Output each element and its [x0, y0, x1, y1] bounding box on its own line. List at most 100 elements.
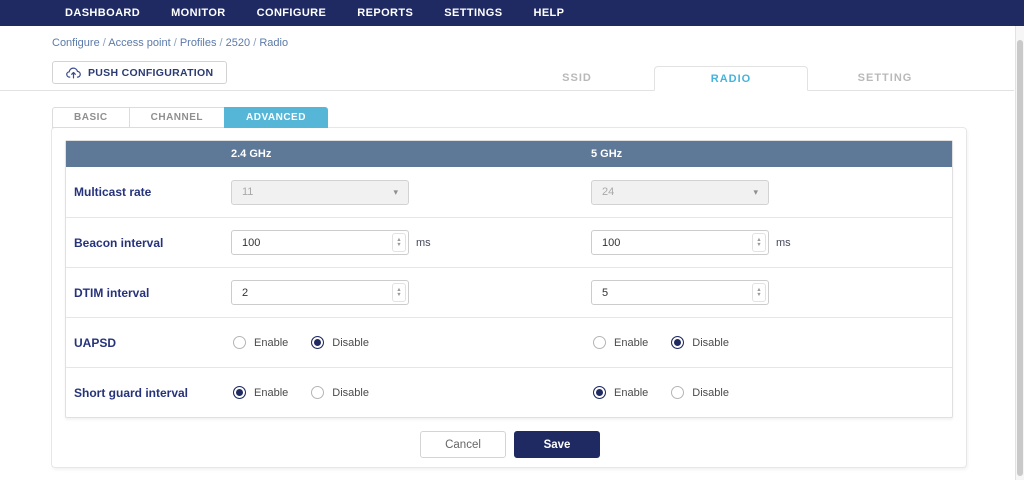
short-guard-interval-24ghz-radio-group: Enable Disable	[231, 386, 369, 399]
breadcrumb: Configure / Access point / Profiles / 25…	[52, 37, 288, 49]
table-row-short-guard-interval: Short guard interval Enable Disable Enable D…	[66, 367, 952, 417]
multicast-rate-24ghz-control: 11▾	[231, 180, 511, 205]
number-spinner-icon[interactable]: ▲▼	[392, 283, 406, 302]
tab-ssid[interactable]: SSID	[500, 66, 654, 91]
tab-radio[interactable]: RADIO	[654, 66, 808, 91]
uapsd-24ghz-control: Enable Disable	[231, 336, 511, 349]
radio-option-label: Disable	[692, 337, 729, 349]
radio-circle-icon	[233, 386, 246, 399]
radio-circle-icon	[311, 386, 324, 399]
short-guard-interval-5ghz-enable-radio[interactable]: Enable	[593, 386, 648, 399]
uapsd-24ghz-enable-radio[interactable]: Enable	[233, 336, 288, 349]
dtim-interval-5ghz-input[interactable]: 5▲▼	[591, 280, 769, 305]
unit-label: ms	[416, 237, 431, 249]
nav-item-monitor[interactable]: MONITOR	[171, 7, 226, 19]
select-value: 24	[602, 186, 614, 198]
radio-advanced-panel: 2.4 GHz 5 GHz Multicast rate11▾24▾Beacon…	[51, 127, 967, 468]
push-configuration-button[interactable]: PUSH CONFIGURATION	[52, 61, 227, 84]
short-guard-interval-5ghz-radio-group: Enable Disable	[591, 386, 729, 399]
cloud-upload-icon	[66, 67, 81, 79]
radio-option-label: Enable	[254, 387, 288, 399]
breadcrumb-segment-2520[interactable]: 2520	[226, 37, 250, 49]
chevron-down-icon: ▾	[753, 187, 758, 198]
number-value: 2	[242, 287, 248, 299]
cancel-button[interactable]: Cancel	[420, 431, 506, 458]
dtim-interval-5ghz-control: 5▲▼	[591, 280, 952, 305]
top-nav-bar: DASHBOARD MONITOR CONFIGURE REPORTS SETTINGS…	[0, 0, 1024, 26]
radio-circle-icon	[311, 336, 324, 349]
breadcrumb-segment-profiles[interactable]: Profiles	[180, 37, 217, 49]
table-body: Multicast rate11▾24▾Beacon interval100▲▼…	[66, 167, 952, 417]
short-guard-interval-24ghz-enable-radio[interactable]: Enable	[233, 386, 288, 399]
uapsd-5ghz-disable-radio[interactable]: Disable	[671, 336, 729, 349]
row-label: UAPSD	[66, 336, 231, 350]
radio-option-label: Enable	[614, 387, 648, 399]
row-label: DTIM interval	[66, 286, 231, 300]
breadcrumb-segment-configure[interactable]: Configure	[52, 37, 100, 49]
spinner-down-icon: ▼	[756, 243, 761, 248]
tab-setting[interactable]: SETTING	[808, 66, 962, 91]
table-row-multicast-rate: Multicast rate11▾ 24 ▾	[66, 167, 952, 217]
radio-circle-icon	[593, 336, 606, 349]
breadcrumb-segment-radio[interactable]: Radio	[259, 37, 288, 49]
subtab-basic[interactable]: BASIC	[52, 107, 129, 128]
uapsd-5ghz-enable-radio[interactable]: Enable	[593, 336, 648, 349]
multicast-rate-24ghz-select[interactable]: 11▾	[231, 180, 409, 205]
column-header-24ghz: 2.4 GHz	[231, 148, 511, 160]
spinner-down-icon: ▼	[396, 243, 401, 248]
breadcrumb-separator: /	[171, 37, 180, 49]
unit-label: ms	[776, 237, 791, 249]
uapsd-24ghz-radio-group: Enable Disable	[231, 336, 369, 349]
nav-item-dashboard[interactable]: DASHBOARD	[65, 7, 140, 19]
radio-option-label: Disable	[332, 337, 369, 349]
breadcrumb-separator: /	[100, 37, 109, 49]
sub-tabs: BASICCHANNELADVANCED	[52, 107, 328, 128]
column-header-5ghz: 5 GHz	[591, 148, 952, 160]
chevron-down-icon: ▾	[393, 187, 398, 198]
radio-option-label: Enable	[614, 337, 648, 349]
settings-table: 2.4 GHz 5 GHz Multicast rate11▾24▾Beacon…	[65, 140, 953, 418]
subtab-advanced[interactable]: ADVANCED	[224, 107, 328, 128]
beacon-interval-5ghz-control: 100 ▲▼ ms	[591, 230, 952, 255]
nav-item-help[interactable]: HELP	[533, 7, 564, 19]
table-row-beacon-interval: Beacon interval100▲▼ms100▲▼ms	[66, 217, 952, 267]
row-label: Multicast rate	[66, 185, 231, 199]
save-button[interactable]: Save	[514, 431, 600, 458]
short-guard-interval-5ghz-disable-radio[interactable]: Disable	[671, 386, 729, 399]
dtim-interval-24ghz-control: 2 ▲▼	[231, 280, 511, 305]
row-label: Short guard interval	[66, 386, 231, 400]
number-spinner-icon[interactable]: ▲▼	[752, 233, 766, 252]
uapsd-5ghz-control: Enable Disable	[591, 336, 952, 349]
short-guard-interval-24ghz-disable-radio[interactable]: Disable	[311, 386, 369, 399]
breadcrumb-separator: /	[217, 37, 226, 49]
vertical-scrollbar[interactable]	[1015, 26, 1024, 480]
uapsd-5ghz-radio-group: Enable Disable	[591, 336, 729, 349]
nav-item-reports[interactable]: REPORTS	[357, 7, 413, 19]
dtim-interval-24ghz-input[interactable]: 2 ▲▼	[231, 280, 409, 305]
multicast-rate-5ghz-select[interactable]: 24 ▾	[591, 180, 769, 205]
number-value: 100	[602, 237, 620, 249]
beacon-interval-24ghz-input[interactable]: 100▲▼	[231, 230, 409, 255]
short-guard-interval-24ghz-control: Enable Disable	[231, 386, 511, 399]
breadcrumb-segment-access-point[interactable]: Access point	[108, 37, 170, 49]
radio-circle-icon	[671, 336, 684, 349]
number-spinner-icon[interactable]: ▲▼	[752, 283, 766, 302]
radio-option-label: Enable	[254, 337, 288, 349]
nav-item-configure[interactable]: CONFIGURE	[257, 7, 327, 19]
radio-circle-icon	[671, 386, 684, 399]
uapsd-24ghz-disable-radio[interactable]: Disable	[311, 336, 369, 349]
beacon-interval-5ghz-input[interactable]: 100 ▲▼	[591, 230, 769, 255]
spinner-down-icon: ▼	[756, 293, 761, 298]
beacon-interval-24ghz-control: 100▲▼ ms	[231, 230, 511, 255]
multicast-rate-5ghz-control: 24 ▾	[591, 180, 952, 205]
table-row-uapsd: UAPSD Enable Disable Enable Disable	[66, 317, 952, 367]
number-spinner-icon[interactable]: ▲▼	[392, 233, 406, 252]
radio-option-label: Disable	[332, 387, 369, 399]
radio-option-label: Disable	[692, 387, 729, 399]
nav-item-settings[interactable]: SETTINGS	[444, 7, 502, 19]
table-header-row: 2.4 GHz 5 GHz	[66, 141, 952, 167]
subtab-channel[interactable]: CHANNEL	[129, 107, 224, 128]
push-configuration-label: PUSH CONFIGURATION	[88, 67, 213, 79]
short-guard-interval-5ghz-control: Enable Disable	[591, 386, 952, 399]
scrollbar-thumb[interactable]	[1017, 40, 1023, 476]
